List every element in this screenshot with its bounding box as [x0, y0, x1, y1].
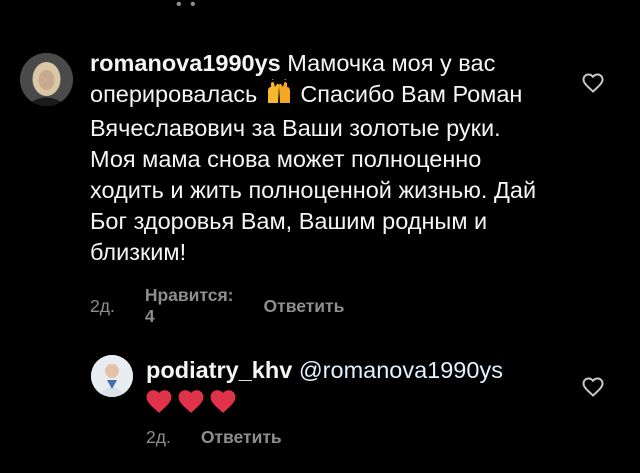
hearts-emoji-row — [146, 390, 236, 414]
reply-button[interactable]: Ответить — [264, 296, 345, 317]
reply-time: 2д. — [146, 427, 171, 447]
reply-meta: 2д. Ответить — [146, 427, 282, 448]
likes-count-button[interactable]: Нравится: 4 — [145, 285, 234, 327]
avatar[interactable] — [91, 355, 133, 397]
comment-text: romanova1990ys Мамочка моя у вас опериро… — [90, 48, 550, 268]
comment-time: 2д. — [90, 295, 115, 316]
reply-username[interactable]: podiatry_khv — [146, 357, 292, 383]
heart-outline-icon[interactable] — [581, 71, 605, 95]
reply-mention-link[interactable]: @romanova1990ys — [299, 357, 503, 383]
avatar[interactable] — [20, 53, 73, 106]
red-heart-emoji-icon — [178, 390, 204, 413]
comment-text-part2: Спасибо Вам Роман Вячеславович за Ваши з… — [90, 81, 537, 265]
reply-text: podiatry_khv @romanova1990ys — [146, 355, 546, 417]
heart-outline-icon[interactable] — [581, 375, 605, 399]
red-heart-emoji-icon — [210, 390, 236, 413]
reply-button[interactable]: Ответить — [201, 427, 282, 448]
truncated-indicator: • • — [176, 0, 198, 13]
raising-hands-emoji-icon — [264, 76, 294, 113]
red-heart-emoji-icon — [146, 390, 172, 413]
comment-username[interactable]: romanova1990ys — [90, 50, 281, 76]
comment-meta: 2д. Нравится: 4 Ответить — [90, 285, 344, 327]
